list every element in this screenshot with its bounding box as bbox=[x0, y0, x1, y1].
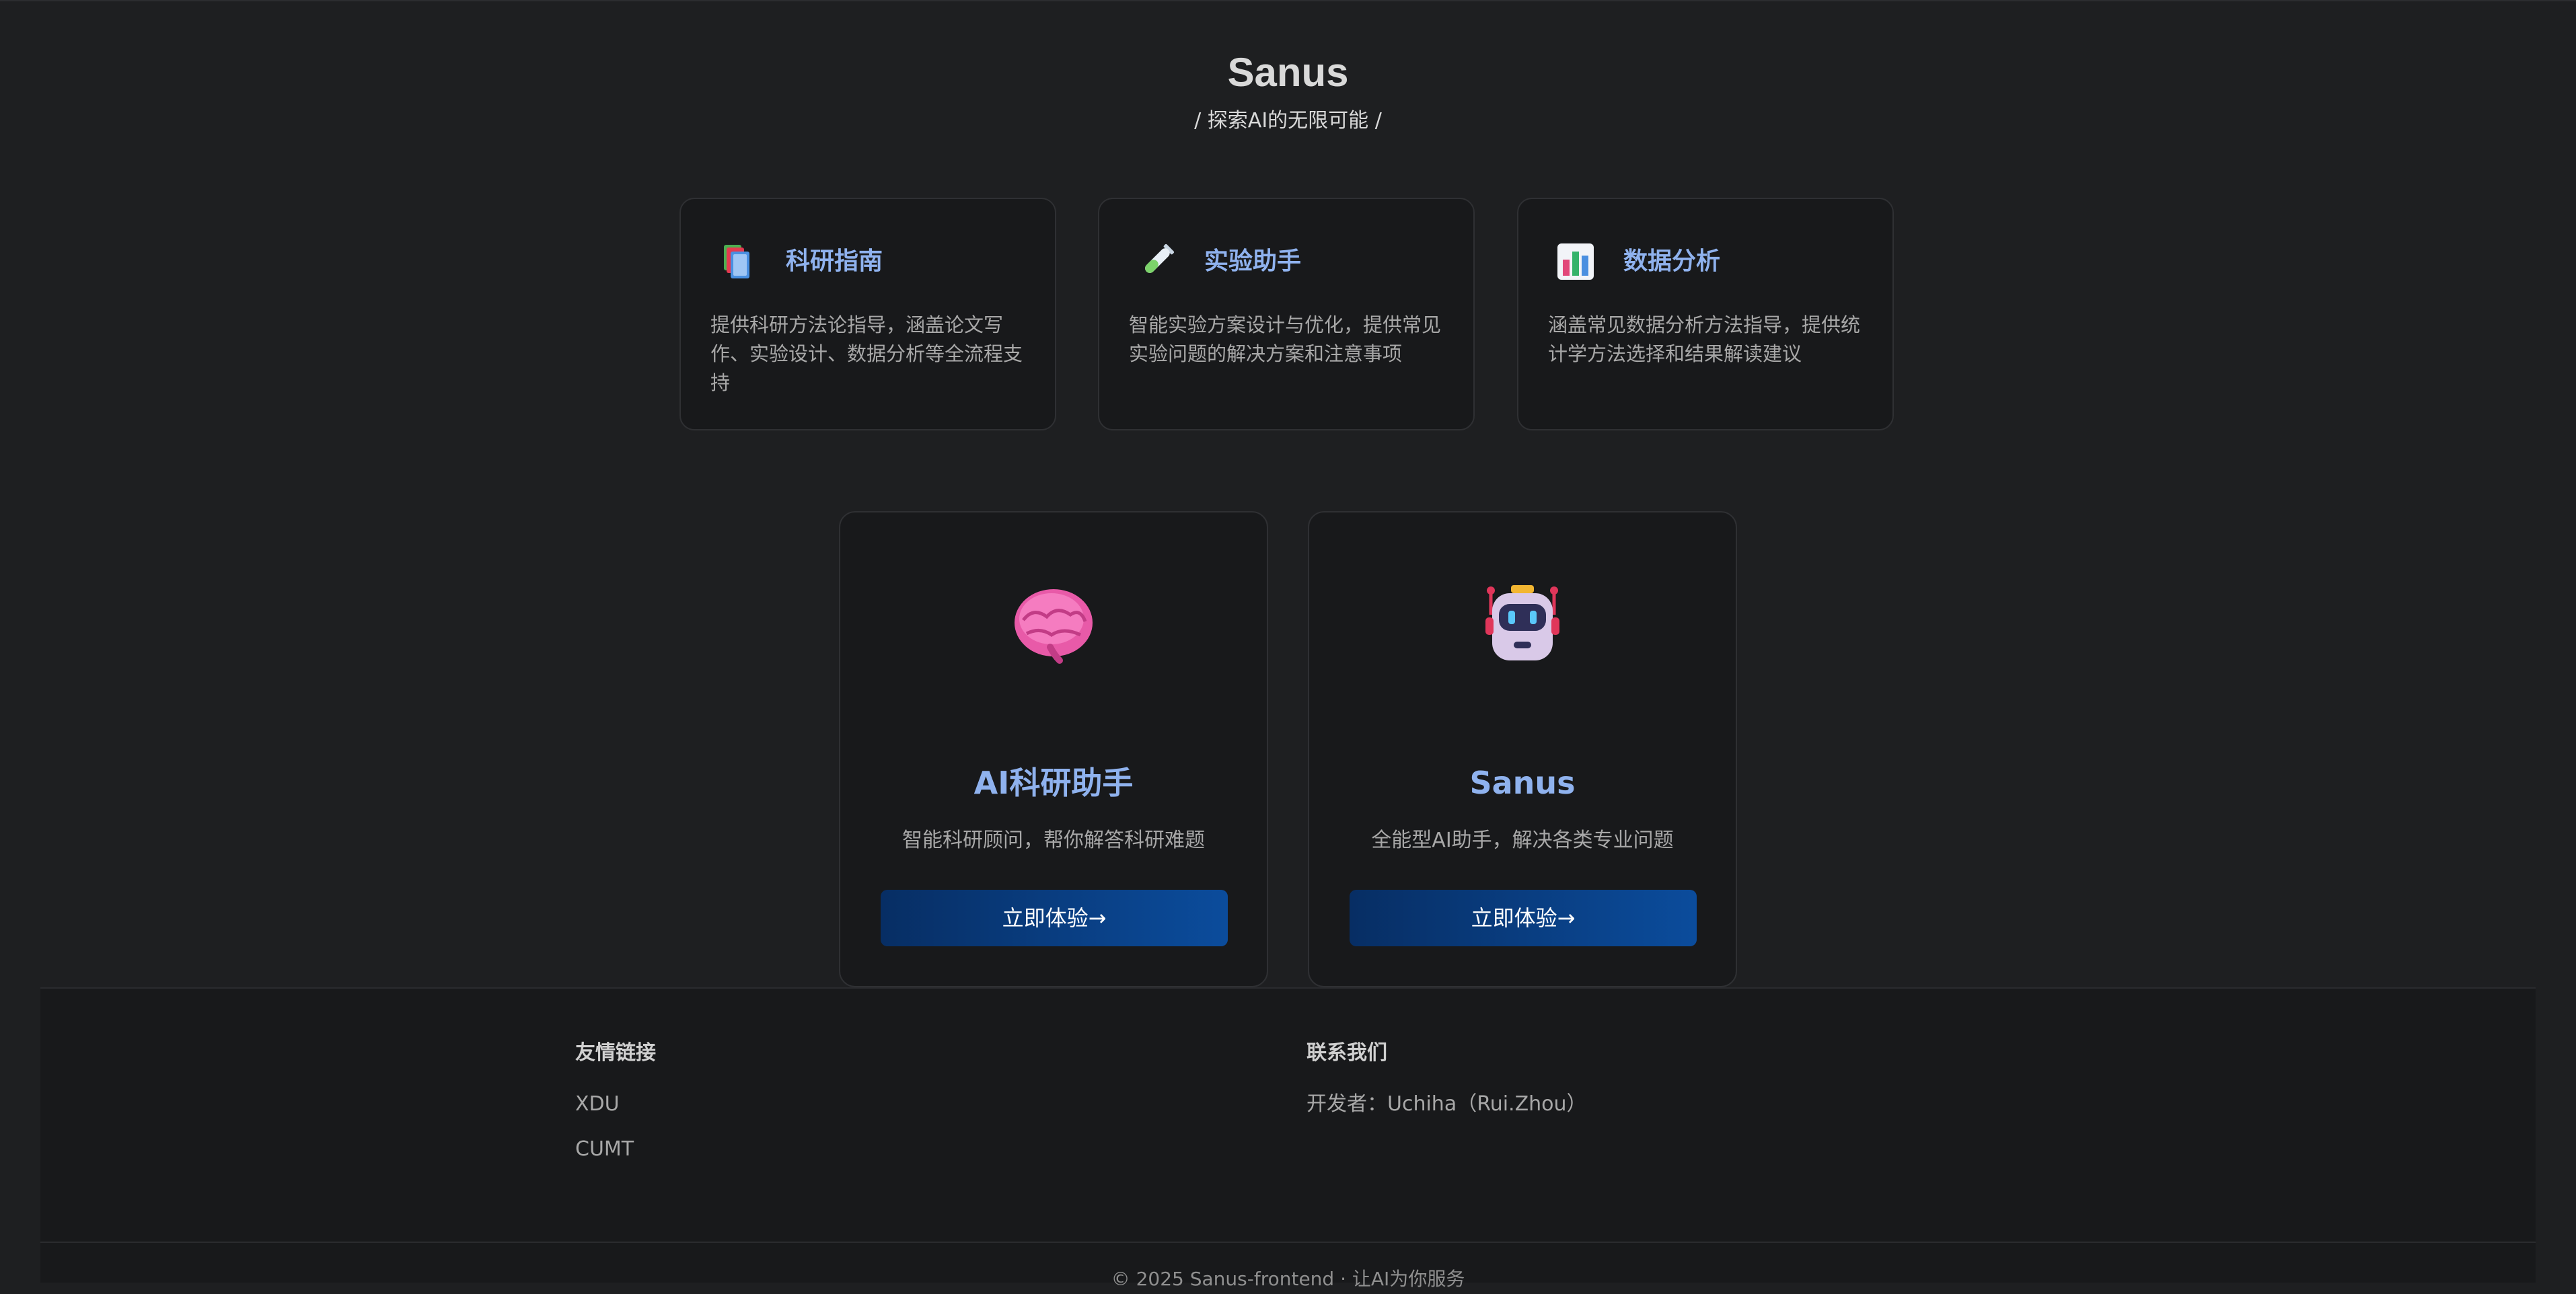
app-card-ai-research-assistant[interactable]: AI科研助手 智能科研顾问，帮你解答科研难题 立即体验→ bbox=[839, 511, 1268, 987]
feature-card-data-analysis[interactable]: 数据分析 涵盖常见数据分析方法指导，提供统计学方法选择和结果解读建议 bbox=[1517, 198, 1894, 430]
app-description: 智能科研顾问，帮你解答科研难题 bbox=[902, 829, 1205, 852]
feature-card-experiment-assistant[interactable]: 实验助手 智能实验方案设计与优化，提供常见实验问题的解决方案和注意事项 bbox=[1098, 198, 1475, 430]
try-now-button[interactable]: 立即体验→ bbox=[1350, 890, 1697, 946]
app-card-sanus[interactable]: Sanus 全能型AI助手，解决各类专业问题 立即体验→ bbox=[1308, 511, 1737, 987]
page-subtitle: / 探索AI的无限可能 / bbox=[1194, 109, 1382, 132]
feature-description: 提供科研方法论指导，涵盖论文写作、实验设计、数据分析等全流程支持 bbox=[710, 313, 1023, 394]
footer-divider bbox=[40, 1242, 2536, 1243]
brain-icon bbox=[840, 580, 1267, 674]
footer-links-heading: 友情链接 bbox=[575, 1041, 656, 1065]
robot-icon bbox=[1309, 580, 1736, 674]
try-now-button[interactable]: 立即体验→ bbox=[881, 890, 1228, 946]
app-description: 全能型AI助手，解决各类专业问题 bbox=[1371, 829, 1674, 852]
books-icon bbox=[716, 239, 760, 284]
test-tube-icon bbox=[1134, 239, 1179, 284]
footer bbox=[40, 987, 2536, 1283]
app-title: Sanus bbox=[1469, 765, 1576, 801]
app-title: AI科研助手 bbox=[973, 765, 1134, 801]
copyright-text: © 2025 Sanus-frontend · 让AI为你服务 bbox=[1111, 1268, 1465, 1290]
footer-link-cumt[interactable]: CUMT bbox=[575, 1135, 634, 1164]
feature-description: 智能实验方案设计与优化，提供常见实验问题的解决方案和注意事项 bbox=[1129, 313, 1442, 365]
bar-chart-icon bbox=[1553, 239, 1598, 284]
page-title: Sanus bbox=[1227, 50, 1349, 95]
feature-description: 涵盖常见数据分析方法指导，提供统计学方法选择和结果解读建议 bbox=[1548, 313, 1861, 365]
feature-title: 数据分析 bbox=[1623, 248, 1721, 275]
footer-contact-heading: 联系我们 bbox=[1307, 1041, 1387, 1065]
top-border bbox=[0, 0, 2576, 1]
footer-link-xdu[interactable]: XDU bbox=[575, 1090, 620, 1119]
feature-card-research-guide[interactable]: 科研指南 提供科研方法论指导，涵盖论文写作、实验设计、数据分析等全流程支持 bbox=[679, 198, 1056, 430]
footer-contact-text: 开发者：Uchiha（Rui.Zhou） bbox=[1307, 1092, 1587, 1116]
feature-title: 实验助手 bbox=[1204, 248, 1302, 275]
feature-title: 科研指南 bbox=[786, 248, 883, 275]
